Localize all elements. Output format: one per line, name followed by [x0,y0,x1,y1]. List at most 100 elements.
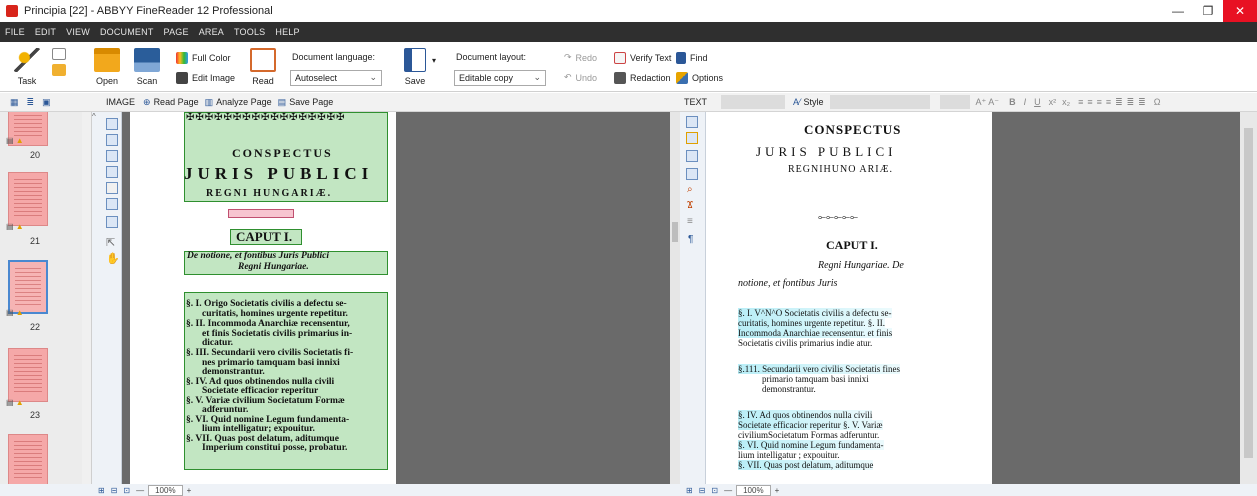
zoom-text-icon[interactable]: ⌕ [687,184,693,195]
undo-button[interactable]: ↶ Undo [564,72,597,83]
select-cursor-icon[interactable]: ⇱ [106,236,115,249]
actual-size-icon[interactable]: ⊡ [711,486,718,495]
thumbnail-page-22[interactable] [8,260,48,314]
verify-icon[interactable]: Ϫ [687,200,693,211]
hand-tool-icon[interactable]: ✋ [106,252,120,265]
text-body-line[interactable]: §. IV. Ad quos obtinendos nulla civili [738,410,873,420]
pilcrow-icon[interactable]: ¶ [688,234,693,245]
thumbnail-scrollbar[interactable] [82,112,91,484]
highlight-icon[interactable] [686,132,698,144]
zoom-in-icon[interactable]: + [775,486,780,495]
minimize-button[interactable]: — [1163,0,1193,22]
verify-text-button[interactable]: Verify Text [614,52,671,64]
align-buttons[interactable]: ≡≡≡≡≣≣≣ [1078,97,1150,108]
menu-help[interactable]: HELP [275,27,299,37]
actual-size-icon[interactable]: ⊡ [123,486,130,495]
text-body-line[interactable]: primario tamquam basi innixi [762,374,869,384]
table-area-tool-icon[interactable] [106,134,118,146]
zoom-select[interactable]: 100% [148,484,183,496]
thumbnail-page-23[interactable] [8,348,48,402]
style-select[interactable] [829,95,930,109]
menu-view[interactable]: VIEW [66,27,90,37]
read-page-button[interactable]: Read Page [154,97,199,107]
read-button[interactable]: Read [250,48,276,86]
find-button[interactable]: Find [676,52,708,64]
document-language-select[interactable]: Autoselect ⌄ [290,70,382,86]
menu-file[interactable]: FILE [5,27,25,37]
close-button[interactable]: ✕ [1223,0,1257,22]
open-button[interactable]: Open [94,48,120,86]
task-extra-button[interactable] [52,48,66,80]
format-icon[interactable]: ≡ [687,216,693,227]
text-body-line[interactable]: lium intelligatur ; expouitur. [738,450,840,460]
thumbnail-page-21[interactable] [8,172,48,226]
text-body-line[interactable]: curitatis, homines urgente repetitur. §.… [738,318,886,328]
save-page-button[interactable]: Save Page [289,97,333,107]
text-body-line[interactable]: §.111. Secundarii vero civilis Societati… [738,364,901,374]
edit-image-button[interactable]: Edit Image [176,72,235,84]
subscript-button[interactable]: x₂ [1062,97,1070,107]
document-layout-select[interactable]: Editable copy ⌄ [454,70,546,86]
save-dropdown-arrow[interactable]: ▾ [432,56,436,65]
table-icon[interactable] [686,168,698,180]
thumbnail-page-24[interactable] [8,434,48,484]
scrollbar-thumb[interactable] [1244,128,1253,458]
text-area-tool-icon[interactable] [106,118,118,130]
task-button[interactable]: Task [14,48,40,86]
fit-width-icon[interactable]: ⊞ [98,486,105,495]
menu-document[interactable]: DOCUMENT [100,27,154,37]
scroll-up-icon[interactable]: ^ [92,112,96,121]
menu-area[interactable]: AREA [199,27,224,37]
fit-page-icon[interactable]: ⊟ [699,486,706,495]
picture-icon[interactable] [686,150,698,162]
text-body-line[interactable]: demonstrantur. [762,384,816,394]
list-view-icon[interactable]: ≣ [27,97,35,108]
text-body-line[interactable]: Societate efficacior reperitur §. V. Var… [738,420,883,430]
image-body-line: demonstrantur. [202,367,265,377]
zoom-select[interactable]: 100% [736,484,771,496]
save-button[interactable]: Save [404,48,426,86]
zoom-in-icon[interactable]: + [187,486,192,495]
menu-page[interactable]: PAGE [164,27,189,37]
page-view-icon[interactable]: ▣ [42,97,51,108]
redo-icon: ↷ [564,52,572,62]
menu-tools[interactable]: TOOLS [234,27,265,37]
text-vertical-scrollbar[interactable] [1240,112,1257,484]
text-body-line[interactable]: §. VI. Quid nomine Legum fundamenta- [738,440,884,450]
full-color-button[interactable]: Full Color [176,52,231,64]
fit-page-icon[interactable]: ⊟ [111,486,118,495]
redaction-button[interactable]: Redaction [614,72,671,84]
order-areas-tool-icon[interactable] [106,216,118,228]
pane-splitter[interactable] [670,112,680,484]
text-body-line[interactable]: civiliumSocietatum Formas adferuntur. [738,430,879,440]
zoom-out-icon[interactable]: — [136,486,144,495]
menu-edit[interactable]: EDIT [35,27,56,37]
text-body-line[interactable]: Societatis civilis primarius indie atur. [738,338,872,348]
scan-button[interactable]: Scan [134,48,160,86]
style-button[interactable]: Style [804,97,824,107]
font-size-select[interactable] [939,95,970,109]
zoom-out-icon[interactable]: — [724,486,732,495]
options-button[interactable]: Options [676,72,723,84]
font-name-select[interactable] [721,95,786,109]
fit-width-icon[interactable]: ⊞ [686,486,693,495]
text-body-line[interactable]: Incommoda Anarchiae recensentur. et fini… [738,328,893,338]
picture-area-ornament[interactable] [228,209,294,218]
analyze-page-button[interactable]: Analyze Page [216,97,272,107]
grid-view-icon[interactable]: ▦ [10,97,19,108]
barcode-area-tool-icon[interactable] [106,166,118,178]
picture-area-tool-icon[interactable] [106,150,118,162]
italic-button[interactable]: I [1024,97,1027,107]
font-size-buttons[interactable]: A⁺ A⁻ [976,97,1000,108]
crop-tool-icon[interactable] [106,198,118,210]
text-view-icon[interactable] [686,116,698,128]
omega-button[interactable]: Ω [1154,97,1161,107]
text-body-line[interactable]: §. VII. Quas post delatum, aditumque [738,460,874,470]
background-area-tool-icon[interactable] [106,182,118,194]
restore-button[interactable]: ❐ [1193,0,1223,22]
superscript-button[interactable]: x² [1049,97,1057,107]
text-body-line[interactable]: §. I. V^N^O Societatis civilis a defectu… [738,308,892,318]
underline-button[interactable]: U [1034,97,1041,107]
redo-button[interactable]: ↷ Redo [564,52,597,63]
bold-button[interactable]: B [1009,97,1016,107]
